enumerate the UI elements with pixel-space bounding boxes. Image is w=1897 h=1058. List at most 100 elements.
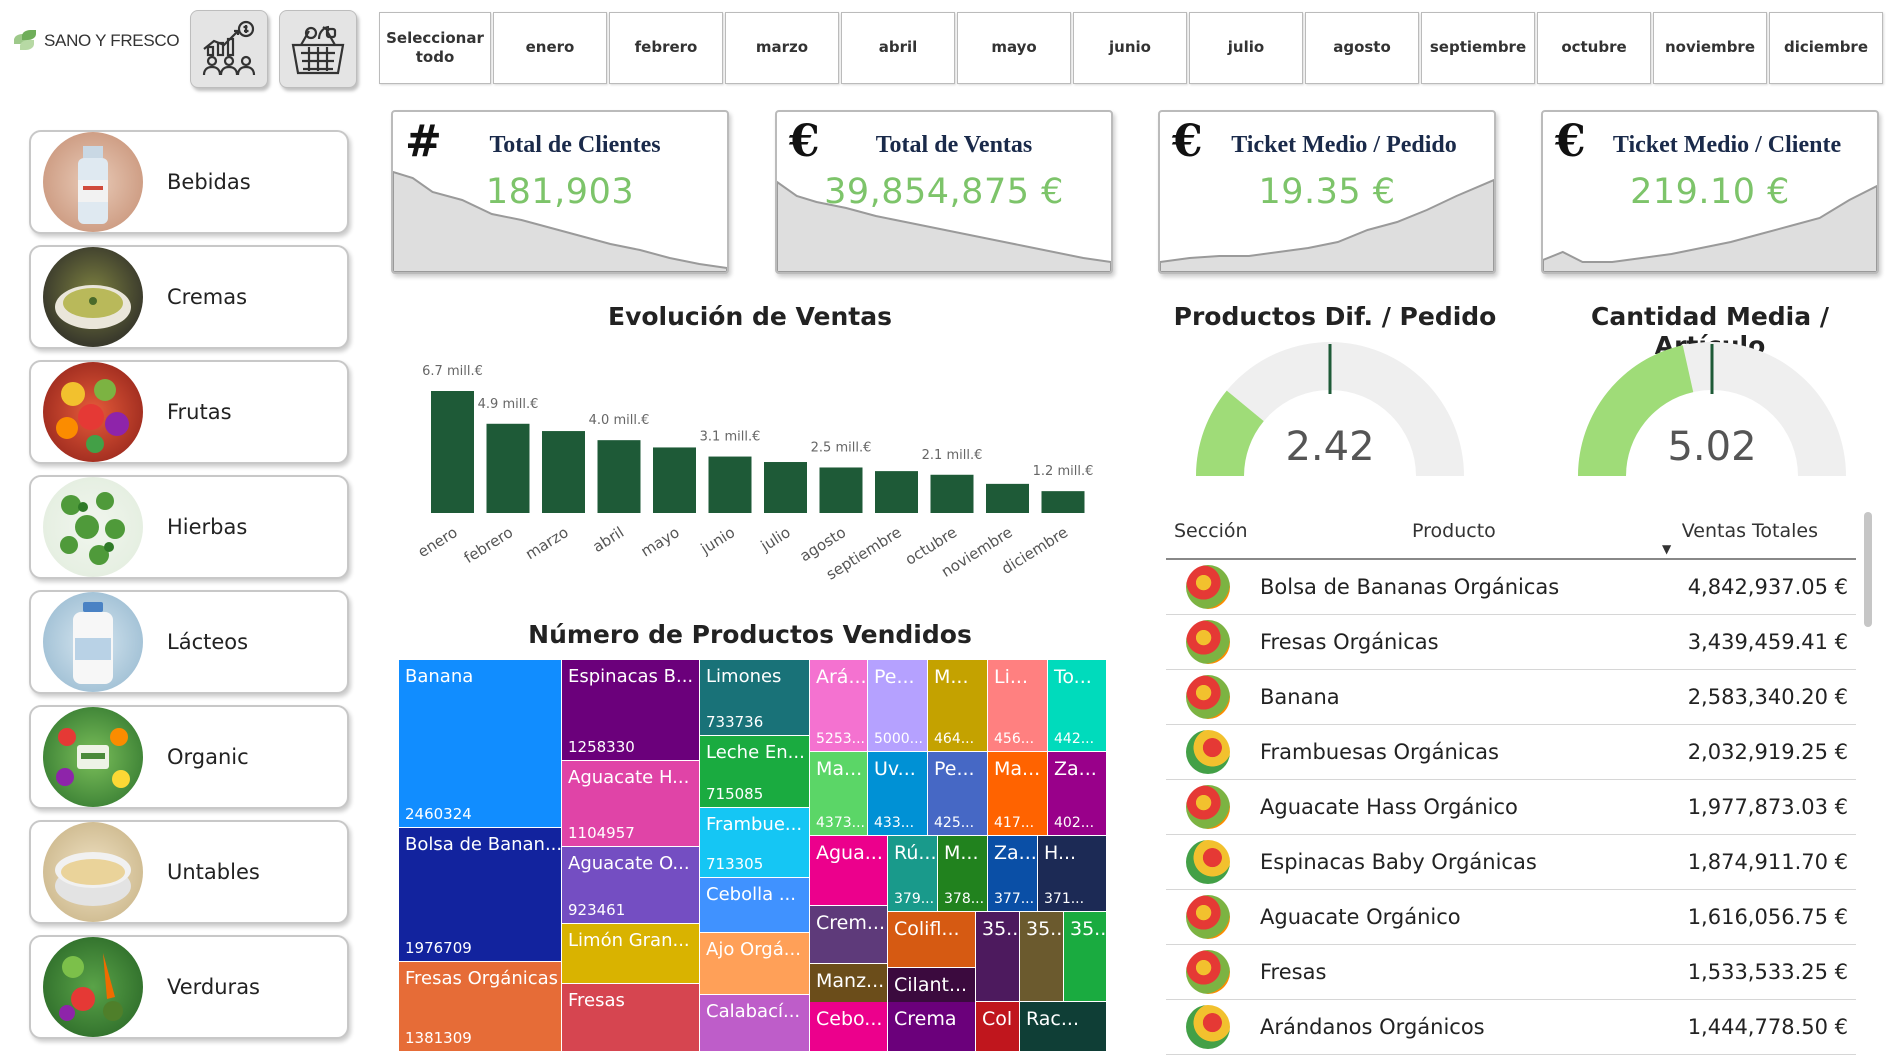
treemap-tile[interactable]: Col ... bbox=[976, 1002, 1020, 1052]
leaf-icon bbox=[14, 30, 40, 52]
bar-agosto[interactable] bbox=[819, 467, 863, 513]
product-sales: 1,874,911.70 € bbox=[1687, 850, 1848, 874]
month-julio[interactable]: julio bbox=[1189, 12, 1303, 84]
bar-data-label: 1.2 mill.€ bbox=[1033, 464, 1094, 479]
treemap-tile[interactable]: Uv... 433... bbox=[868, 752, 928, 836]
category-lacteos[interactable]: Lácteos bbox=[29, 590, 349, 694]
select-all-button[interactable]: Seleccionar todo bbox=[379, 12, 491, 84]
category-hierbas[interactable]: Hierbas bbox=[29, 475, 349, 579]
category-organic[interactable]: Organic bbox=[29, 705, 349, 809]
column-seccion[interactable]: Sección bbox=[1174, 520, 1248, 542]
tile-label: Calabací... bbox=[706, 1001, 801, 1022]
treemap-tile[interactable]: 35... bbox=[1020, 912, 1064, 1002]
bar-febrero[interactable] bbox=[486, 423, 530, 513]
sort-desc-icon[interactable]: ▼ bbox=[1662, 542, 1671, 556]
month-junio[interactable]: junio bbox=[1073, 12, 1187, 84]
treemap-tile[interactable]: Cebolla ... bbox=[700, 878, 810, 933]
treemap-tile[interactable]: Pe... 5000... bbox=[868, 660, 928, 752]
treemap-tile[interactable]: Frambue... 713305 bbox=[700, 808, 810, 878]
treemap-tile[interactable]: Ma... 417... bbox=[988, 752, 1048, 836]
table-row[interactable]: Banana 2,583,340.20 € bbox=[1166, 670, 1856, 725]
frutas-image bbox=[43, 362, 143, 462]
treemap-tile[interactable]: Za... 402... bbox=[1048, 752, 1107, 836]
treemap-tile[interactable]: Rú... 379... bbox=[888, 836, 938, 912]
month-abril[interactable]: abril bbox=[841, 12, 955, 84]
treemap-tile[interactable]: Li... 456... bbox=[988, 660, 1048, 752]
treemap-tile[interactable]: Limones 733736 bbox=[700, 660, 810, 736]
treemap-tile[interactable]: Ará... 5253... bbox=[810, 660, 868, 752]
bar-abril[interactable] bbox=[597, 440, 641, 513]
month-diciembre[interactable]: diciembre bbox=[1769, 12, 1883, 84]
column-producto[interactable]: Producto bbox=[1412, 520, 1496, 542]
product-name: Banana bbox=[1260, 685, 1340, 709]
bar-marzo[interactable] bbox=[542, 431, 585, 513]
kpi-ticket-medio-cliente: € Ticket Medio / Cliente 219.10 € bbox=[1541, 110, 1879, 274]
treemap-tile[interactable]: Za... 377... bbox=[988, 836, 1038, 912]
bar-octubre[interactable] bbox=[930, 474, 974, 513]
month-marzo[interactable]: marzo bbox=[725, 12, 839, 84]
table-row[interactable]: Frambuesas Orgánicas 2,032,919.25 € bbox=[1166, 725, 1856, 780]
category-cremas[interactable]: Cremas bbox=[29, 245, 349, 349]
month-noviembre[interactable]: noviembre bbox=[1653, 12, 1767, 84]
treemap-tile[interactable]: Limón Gran... bbox=[562, 924, 700, 984]
treemap-tile[interactable]: M... 464... bbox=[928, 660, 988, 752]
table-row[interactable]: Fresas Orgánicas 3,439,459.41 € bbox=[1166, 615, 1856, 670]
table-row[interactable]: Espinacas Baby Orgánicas 1,874,911.70 € bbox=[1166, 835, 1856, 890]
treemap-tile[interactable]: Rac... bbox=[1020, 1002, 1107, 1052]
treemap-tile[interactable]: Agua... bbox=[810, 836, 888, 906]
treemap-tile[interactable]: Cebo... bbox=[810, 1002, 888, 1052]
month-enero[interactable]: enero bbox=[493, 12, 607, 84]
treemap-tile[interactable]: Colifl... bbox=[888, 912, 976, 968]
table-row[interactable]: Aguacate Hass Orgánico 1,977,873.03 € bbox=[1166, 780, 1856, 835]
treemap-tile[interactable]: Calabací... bbox=[700, 995, 810, 1052]
tile-label: Leche En... bbox=[706, 742, 805, 763]
month-febrero[interactable]: febrero bbox=[609, 12, 723, 84]
table-row[interactable]: Arándanos Orgánicos 1,444,778.50 € bbox=[1166, 1000, 1856, 1055]
bar-mayo[interactable] bbox=[653, 447, 696, 513]
treemap-tile[interactable]: To... 442... bbox=[1048, 660, 1107, 752]
treemap-tile[interactable]: Pe... 425... bbox=[928, 752, 988, 836]
treemap-tile[interactable]: Ma... 4373... bbox=[810, 752, 868, 836]
tile-value: 4373... bbox=[816, 815, 865, 831]
column-ventas-totales[interactable]: Ventas Totales bbox=[1682, 520, 1818, 542]
bar-septiembre[interactable] bbox=[875, 471, 918, 513]
tile-label: Cebolla ... bbox=[706, 884, 796, 905]
treemap-tile[interactable]: Fresas Orgánicas 1381309 bbox=[399, 962, 562, 1052]
basket-button[interactable] bbox=[279, 10, 357, 88]
treemap-tile[interactable]: Aguacate H... 1104957 bbox=[562, 761, 700, 847]
month-octubre[interactable]: octubre bbox=[1537, 12, 1651, 84]
bar-diciembre[interactable] bbox=[1041, 491, 1085, 513]
treemap-tile[interactable]: Espinacas B... 1258330 bbox=[562, 660, 700, 761]
treemap-tile[interactable]: Crem... bbox=[810, 906, 888, 964]
table-row[interactable]: Bolsa de Bananas Orgánicas 4,842,937.05 € bbox=[1166, 560, 1856, 615]
table-row[interactable]: Fresas 1,533,533.25 € bbox=[1166, 945, 1856, 1000]
clientes-stats-button[interactable] bbox=[190, 10, 268, 88]
kpi-value: 19.35 € bbox=[1258, 172, 1396, 212]
category-untables[interactable]: Untables bbox=[29, 820, 349, 924]
treemap-tile[interactable]: Crema bbox=[888, 1002, 976, 1052]
treemap-tile[interactable]: 35... bbox=[1064, 912, 1107, 1002]
category-bebidas[interactable]: Bebidas bbox=[29, 130, 349, 234]
treemap-tile[interactable]: Banana 2460324 bbox=[399, 660, 562, 828]
treemap-tile[interactable]: Bolsa de Banan... 1976709 bbox=[399, 828, 562, 962]
bar-noviembre[interactable] bbox=[986, 483, 1029, 513]
treemap-tile[interactable]: Ajo Orgá... bbox=[700, 933, 810, 995]
bar-julio[interactable] bbox=[764, 462, 807, 513]
treemap-tile[interactable]: Fresas bbox=[562, 984, 700, 1052]
tile-label: Col ... bbox=[982, 1008, 1019, 1030]
bar-junio[interactable] bbox=[708, 456, 752, 513]
treemap-tile[interactable]: H... 371... bbox=[1038, 836, 1107, 912]
category-frutas[interactable]: Frutas bbox=[29, 360, 349, 464]
treemap-tile[interactable]: 35... bbox=[976, 912, 1020, 1002]
month-mayo[interactable]: mayo bbox=[957, 12, 1071, 84]
untables-image bbox=[43, 822, 143, 922]
treemap-tile[interactable]: M... 378... bbox=[938, 836, 988, 912]
month-septiembre[interactable]: septiembre bbox=[1421, 12, 1535, 84]
treemap-tile[interactable]: Leche En... 715085 bbox=[700, 736, 810, 808]
category-verduras[interactable]: Verduras bbox=[29, 935, 349, 1039]
bar-enero[interactable] bbox=[431, 391, 474, 513]
month-agosto[interactable]: agosto bbox=[1305, 12, 1419, 84]
table-scrollbar[interactable] bbox=[1864, 512, 1872, 627]
treemap-tile[interactable]: Aguacate O... 923461 bbox=[562, 847, 700, 924]
table-row[interactable]: Aguacate Orgánico 1,616,056.75 € bbox=[1166, 890, 1856, 945]
